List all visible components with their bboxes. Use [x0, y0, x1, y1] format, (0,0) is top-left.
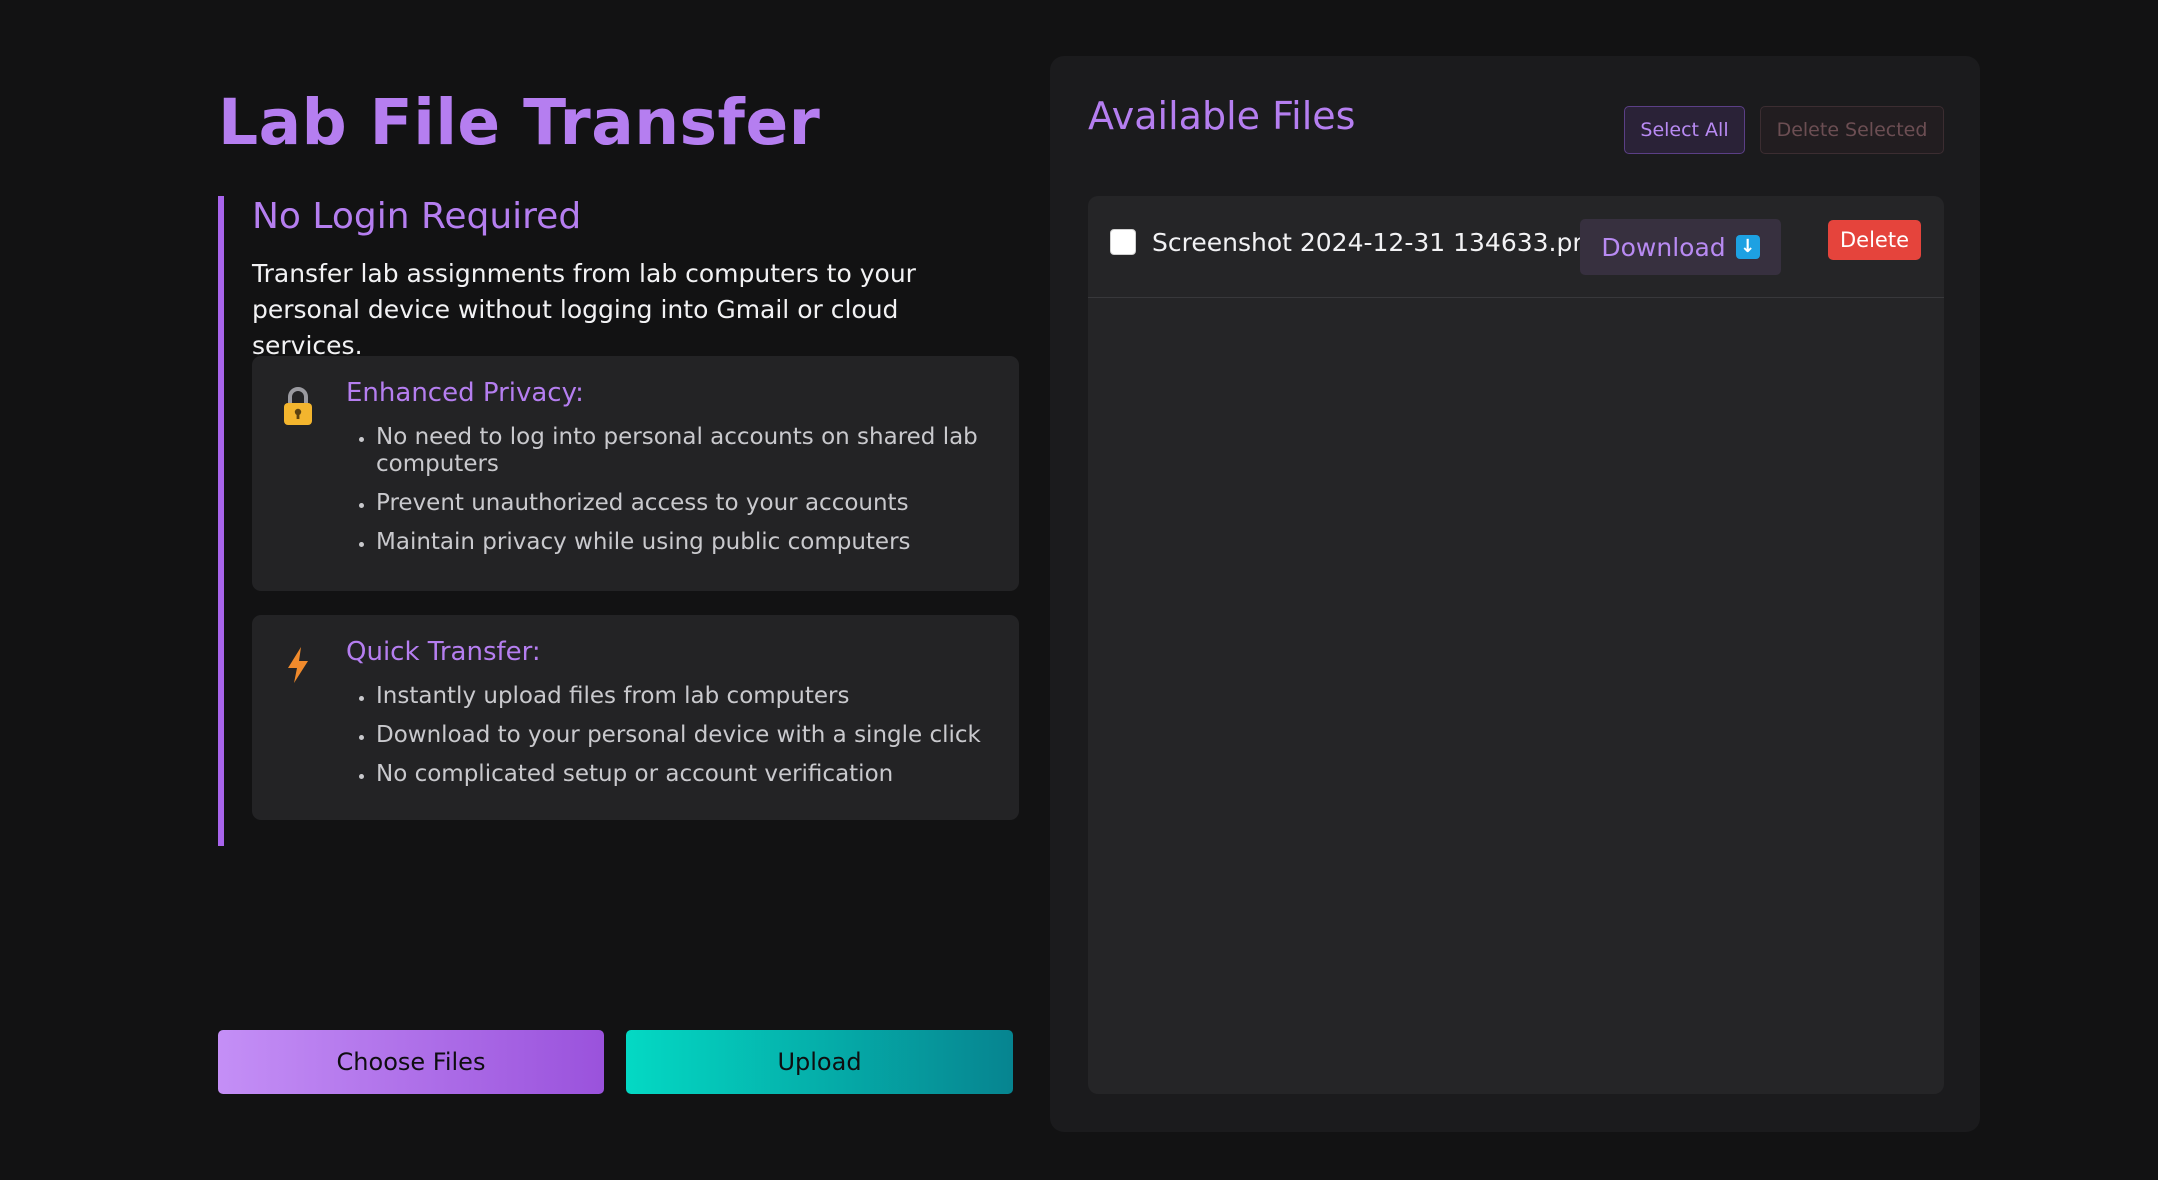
down-arrow-icon: ↓ — [1735, 235, 1760, 259]
page: Lab File Transfer No Login Required Tran… — [0, 0, 2158, 1180]
feature-card-privacy: Enhanced Privacy: No need to log into pe… — [252, 356, 1019, 591]
list-item: Download to your personal device with a … — [376, 722, 986, 749]
download-label: Download — [1601, 232, 1726, 262]
info-heading: No Login Required — [252, 196, 582, 237]
feature-list-quick-transfer: Instantly upload files from lab computer… — [346, 683, 986, 800]
download-button[interactable]: Download ↓ — [1580, 219, 1781, 275]
file-name: Screenshot 2024-12-31 134633.png — [1152, 228, 1605, 257]
available-files-panel: Available Files Select All Delete Select… — [1050, 56, 1980, 1132]
panel-title: Available Files — [1088, 94, 1356, 138]
file-list: Screenshot 2024-12-31 134633.png Downloa… — [1088, 196, 1944, 1094]
select-all-button[interactable]: Select All — [1624, 106, 1745, 154]
page-title: Lab File Transfer — [218, 86, 821, 159]
info-description: Transfer lab assignments from lab comput… — [252, 259, 916, 360]
feature-list-privacy: No need to log into personal accounts on… — [346, 424, 986, 568]
delete-selected-button[interactable]: Delete Selected — [1760, 106, 1944, 154]
lock-icon — [280, 384, 316, 428]
list-item: No complicated setup or account verifica… — [376, 761, 986, 788]
upload-button[interactable]: Upload — [626, 1030, 1013, 1094]
delete-button[interactable]: Delete — [1828, 220, 1921, 260]
feature-card-quick-transfer: Quick Transfer: Instantly upload files f… — [252, 615, 1019, 820]
feature-title-privacy: Enhanced Privacy: — [346, 378, 584, 408]
choose-files-button[interactable]: Choose Files — [218, 1030, 604, 1094]
lightning-icon — [280, 643, 316, 687]
left-column: Lab File Transfer No Login Required Tran… — [218, 0, 1019, 1180]
list-item: No need to log into personal accounts on… — [376, 424, 986, 478]
list-item: Instantly upload files from lab computer… — [376, 683, 986, 710]
file-checkbox[interactable] — [1110, 229, 1136, 255]
info-section: No Login Required Transfer lab assignmen… — [218, 196, 1019, 846]
file-row: Screenshot 2024-12-31 134633.png Downloa… — [1088, 196, 1944, 298]
list-item: Maintain privacy while using public comp… — [376, 529, 986, 556]
feature-title-quick-transfer: Quick Transfer: — [346, 637, 541, 667]
list-item: Prevent unauthorized access to your acco… — [376, 490, 986, 517]
